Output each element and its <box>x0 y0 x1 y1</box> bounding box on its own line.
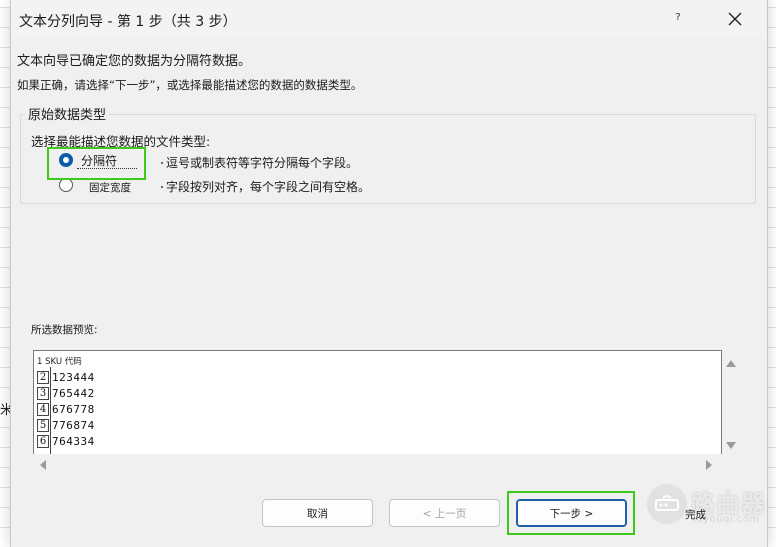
row-number: 2 <box>37 371 49 384</box>
radio-delimited[interactable] <box>59 153 73 167</box>
preview-cell: 776874 <box>52 419 95 432</box>
finish-button[interactable]: 完成 <box>685 507 706 522</box>
router-logo-icon <box>647 484 687 524</box>
wizard-instruction: 如果正确，请选择“下一步”，或选择最能描述您的数据的数据类型。 <box>17 78 363 92</box>
close-icon <box>728 12 742 26</box>
cancel-button[interactable]: 取消 <box>262 499 373 527</box>
leader-dot <box>161 162 163 164</box>
watermark: 路由器 luyouqi.com <box>647 484 776 534</box>
scroll-up-button[interactable] <box>724 354 738 367</box>
row-number: 5 <box>37 419 49 432</box>
wizard-description: 文本向导已确定您的数据为分隔符数据。 <box>17 54 252 69</box>
text-to-columns-dialog: 文本分列向导 - 第 1 步（共 3 步） ? 文本向导已确定您的数据为分隔符数… <box>10 0 768 547</box>
row-number: 6 <box>37 435 49 448</box>
radio-fixed-width[interactable] <box>59 178 73 192</box>
next-button[interactable]: 下一步 > <box>516 499 627 527</box>
data-type-legend: 原始数据类型 <box>25 104 110 123</box>
scroll-down-button[interactable] <box>724 437 738 449</box>
preview-cell: 676778 <box>52 403 95 416</box>
data-preview[interactable]: 1 SKU 代码 2 123444 3 765442 4 676778 5 77… <box>33 350 722 454</box>
dialog-titlebar: 文本分列向导 - 第 1 步（共 3 步） ? <box>11 0 767 38</box>
row-number: 4 <box>37 403 49 416</box>
triangle-down-icon <box>726 442 736 449</box>
scroll-left-button[interactable] <box>37 457 49 471</box>
help-button[interactable]: ? <box>669 9 687 27</box>
preview-cell: 765442 <box>52 387 95 400</box>
leader-dot <box>161 186 163 188</box>
preview-header-row: 1 SKU 代码 <box>37 357 82 367</box>
scroll-right-button[interactable] <box>703 457 715 471</box>
preview-label: 所选数据预览: <box>31 324 98 336</box>
triangle-left-icon <box>40 460 46 470</box>
row-number-gutter <box>50 367 51 454</box>
close-button[interactable] <box>717 4 753 34</box>
back-button[interactable]: < 上一页 <box>389 499 500 527</box>
radio-delimited-label[interactable]: 分隔符 <box>81 152 117 169</box>
delimited-description: 逗号或制表符等字符分隔每个字段。 <box>166 156 359 170</box>
file-type-prompt: 选择最能描述您数据的文件类型: <box>31 134 211 149</box>
preview-cell: 123444 <box>52 371 95 384</box>
fixed-width-description: 字段按列对齐，每个字段之间有空格。 <box>166 180 371 194</box>
preview-cell: 764334 <box>52 435 95 448</box>
triangle-right-icon <box>706 460 712 470</box>
dialog-title: 文本分列向导 - 第 1 步（共 3 步） <box>19 14 237 30</box>
row-number: 3 <box>37 387 49 400</box>
triangle-up-icon <box>726 360 736 367</box>
radio-fixed-width-label[interactable]: 固定宽度 <box>89 180 131 195</box>
